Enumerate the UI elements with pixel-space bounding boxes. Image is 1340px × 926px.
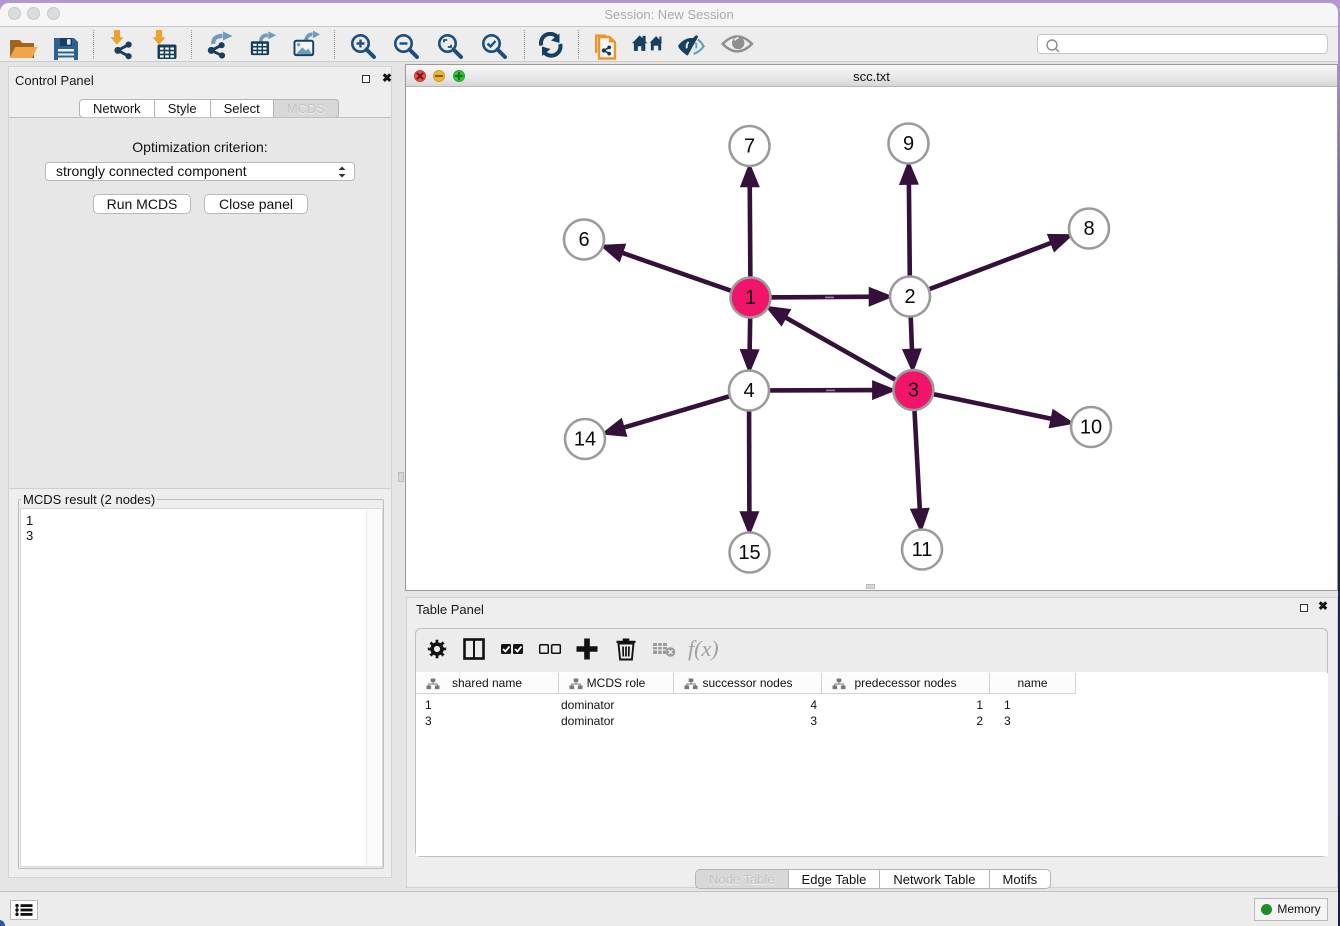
svg-text:9: 9 — [903, 133, 914, 155]
svg-text:15: 15 — [738, 542, 760, 564]
svg-text:2: 2 — [904, 286, 915, 308]
svg-text:4: 4 — [743, 380, 754, 402]
svg-text:7: 7 — [744, 136, 755, 158]
svg-text:1: 1 — [745, 287, 756, 309]
svg-text:3: 3 — [908, 380, 919, 402]
svg-text:8: 8 — [1083, 218, 1094, 240]
svg-text:6: 6 — [578, 229, 589, 251]
svg-text:14: 14 — [574, 429, 596, 451]
svg-text:11: 11 — [912, 539, 933, 561]
svg-text:10: 10 — [1080, 417, 1102, 439]
